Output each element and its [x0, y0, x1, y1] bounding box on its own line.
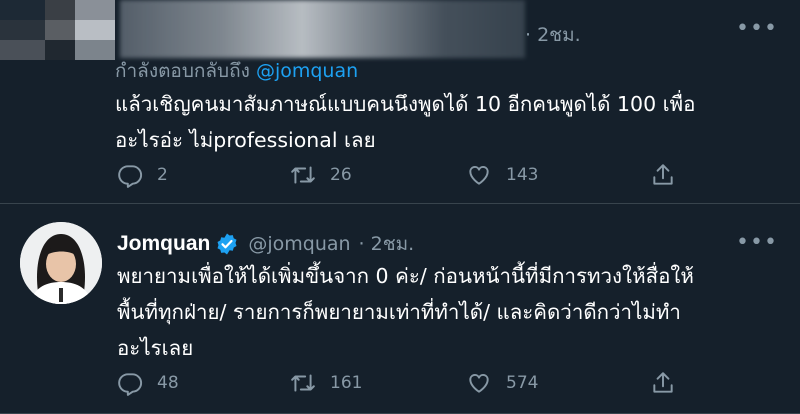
tweet-text-line: อะไรอ่ะ ไม่professional เลย [115, 128, 376, 152]
retweet-count: 161 [330, 373, 363, 393]
reply-icon [118, 373, 143, 396]
display-name[interactable]: Jomquan [117, 232, 210, 256]
tweet-timestamp[interactable]: · 2ชม. [525, 20, 581, 50]
blurred-user-header [120, 0, 525, 58]
avatar[interactable] [20, 222, 102, 304]
tweet-divider [0, 203, 800, 204]
tweet-text-line: แล้วเชิญคนมาสัมภาษณ์แบบคนนึงพูดได้ 10 อี… [115, 92, 696, 116]
like-button[interactable]: 574 [466, 370, 538, 396]
retweet-button[interactable]: 161 [290, 370, 362, 396]
replying-to: กำลังตอบกลับถึง @jomquan [115, 56, 358, 86]
reply-text: พยายามเพื่อให้ได้เพิ่มขึ้นจาก 0 ค่ะ/ ก่อ… [117, 258, 694, 366]
reply-text-line: พื้นที่ทุกฝ่าย/ รายการก็พยายามเท่าที่ทำไ… [117, 300, 681, 324]
share-icon [653, 372, 673, 393]
profile-photo [20, 222, 102, 304]
blurred-avatar[interactable] [0, 0, 115, 60]
like-count: 574 [506, 373, 539, 393]
user-handle[interactable]: @jomquan [248, 233, 350, 255]
tweet-timestamp[interactable]: · 2ชม. [359, 229, 415, 259]
like-count: 143 [506, 165, 539, 185]
replying-handle-link[interactable]: @jomquan [256, 60, 358, 82]
retweet-button[interactable]: 26 [290, 162, 352, 188]
tweet-text: แล้วเชิญคนมาสัมภาษณ์แบบคนนึงพูดได้ 10 อี… [115, 86, 695, 158]
replying-prefix: กำลังตอบกลับถึง [115, 60, 250, 82]
more-dots-icon[interactable]: ••• [736, 232, 778, 254]
share-button[interactable] [650, 370, 690, 396]
verified-badge-icon [217, 233, 237, 255]
reply-count: 2 [157, 165, 168, 185]
reply-header: Jomquan @jomquan · 2ชม. [117, 229, 414, 259]
more-dots-icon[interactable]: ••• [736, 18, 778, 40]
reply-button[interactable]: 48 [117, 370, 179, 396]
heart-icon [469, 166, 489, 185]
reply-icon [118, 165, 143, 188]
heart-icon [469, 374, 489, 393]
reply-text-line: พยายามเพื่อให้ได้เพิ่มขึ้นจาก 0 ค่ะ/ ก่อ… [117, 264, 694, 288]
share-icon [653, 164, 673, 185]
share-button[interactable] [650, 162, 690, 188]
like-button[interactable]: 143 [466, 162, 538, 188]
reply-button[interactable]: 2 [117, 162, 168, 188]
reply-text-line: อะไรเลย [117, 336, 194, 360]
retweet-icon [291, 166, 315, 184]
retweet-count: 26 [330, 165, 352, 185]
retweet-icon [291, 374, 315, 392]
reply-count: 48 [157, 373, 179, 393]
